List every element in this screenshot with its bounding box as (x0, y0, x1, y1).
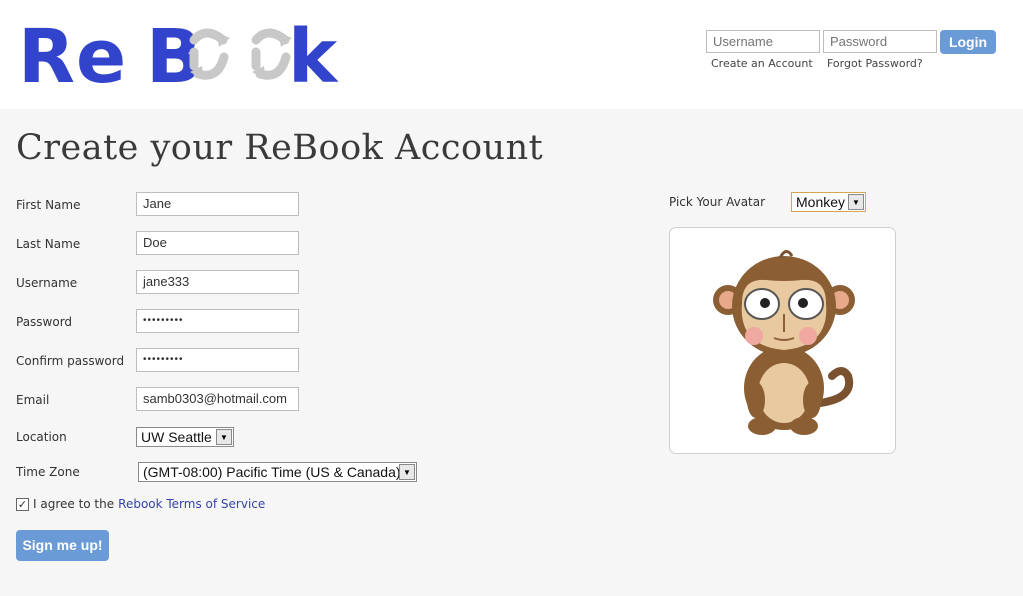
first-name-field[interactable]: Jane (136, 192, 299, 216)
login-button[interactable]: Login (940, 30, 996, 54)
time-zone-selected-value: (GMT-08:00) Pacific Time (US & Canada) (143, 464, 401, 480)
avatar-preview (669, 227, 896, 454)
chevron-down-icon[interactable]: ▼ (848, 194, 864, 210)
location-select[interactable]: UW Seattle ▼ (136, 427, 234, 447)
username-label: Username (16, 276, 78, 290)
avatar-selected-value: Monkey (796, 194, 846, 210)
monkey-avatar-image (713, 250, 855, 435)
time-zone-select[interactable]: (GMT-08:00) Pacific Time (US & Canada) ▼ (138, 462, 417, 482)
sign-up-button[interactable]: Sign me up! (16, 530, 109, 561)
avatar-label: Pick Your Avatar (669, 195, 766, 209)
chevron-down-icon[interactable]: ▼ (216, 429, 232, 445)
terms-agreement: ✓ I agree to the Rebook Terms of Service (16, 497, 265, 511)
terms-prefix-text: I agree to the (33, 497, 115, 511)
confirm-password-field[interactable]: ••••••••• (136, 348, 299, 372)
header-username-input[interactable] (706, 30, 820, 53)
avatar-select[interactable]: Monkey ▼ (791, 192, 866, 212)
forgot-password-link[interactable]: Forgot Password? (827, 57, 923, 70)
confirm-password-label: Confirm password (16, 354, 125, 368)
chevron-down-icon[interactable]: ▼ (399, 464, 415, 480)
rebook-logo[interactable]: Re B k (18, 12, 350, 100)
email-field[interactable]: samb0303@hotmail.com (136, 387, 299, 411)
svg-text:Re: Re (18, 14, 127, 90)
time-zone-label: Time Zone (16, 465, 80, 479)
page-title: Create your ReBook Account (16, 128, 544, 168)
header-password-input[interactable] (823, 30, 937, 53)
last-name-field[interactable]: Doe (136, 231, 299, 255)
terms-of-service-link[interactable]: Rebook Terms of Service (118, 497, 265, 511)
terms-checkbox[interactable]: ✓ (16, 497, 29, 511)
header: Re B k Login Create an Account Forgot Pa… (0, 0, 1023, 109)
last-name-label: Last Name (16, 237, 81, 251)
svg-text:k: k (288, 14, 339, 90)
create-account-link[interactable]: Create an Account (711, 57, 813, 70)
location-label: Location (16, 430, 67, 444)
username-field[interactable]: jane333 (136, 270, 299, 294)
email-label: Email (16, 393, 50, 407)
first-name-label: First Name (16, 198, 81, 212)
password-label: Password (16, 315, 73, 329)
location-selected-value: UW Seattle (141, 429, 212, 445)
password-field[interactable]: ••••••••• (136, 309, 299, 333)
